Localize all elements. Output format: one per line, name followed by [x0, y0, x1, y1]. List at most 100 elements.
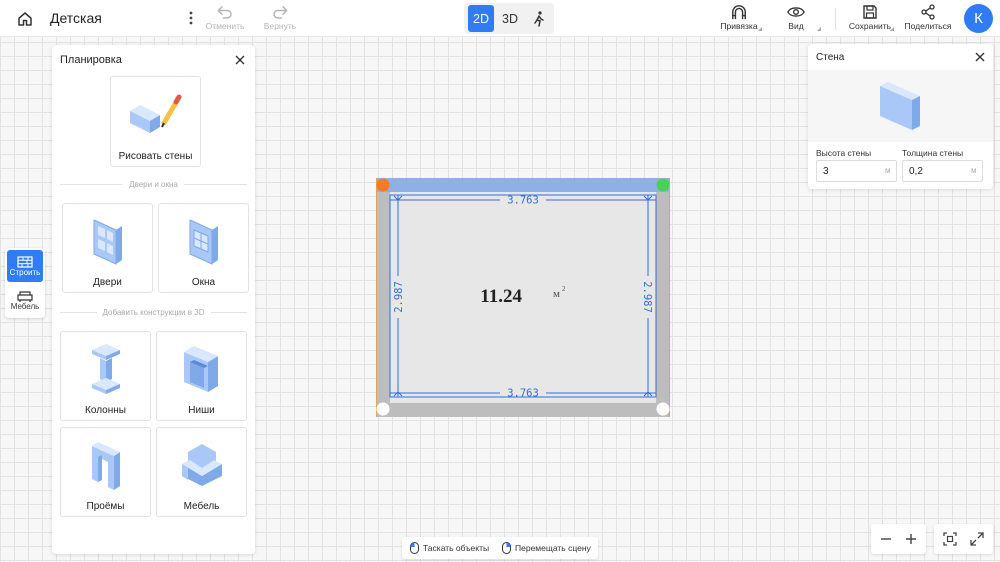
wall-start-node[interactable] [376, 178, 390, 192]
furniture-label: Мебель [183, 501, 220, 512]
redo-icon [273, 6, 288, 19]
niches-card[interactable]: Ниши [156, 331, 247, 421]
opening-icon [91, 442, 120, 490]
more-vertical-icon [189, 11, 193, 25]
walk-mode-button[interactable] [526, 5, 552, 32]
wall-height-label: Высота стены [816, 148, 872, 158]
redo-label: Вернуть [263, 21, 297, 31]
snap-dropdown-indicator [758, 27, 762, 31]
windows-label: Окна [191, 277, 216, 288]
save-label: Сохранить [848, 21, 892, 31]
wall-panel-close-button[interactable] [973, 50, 987, 64]
undo-icon [217, 6, 232, 19]
share-button[interactable]: Поделиться [904, 4, 952, 31]
planning-panel-title: Планировка [60, 54, 122, 66]
openings-card[interactable]: Проёмы [60, 427, 151, 517]
walking-person-icon [534, 10, 544, 27]
wall-preview [808, 70, 993, 142]
fit-to-screen-button[interactable] [941, 530, 959, 548]
snap-label: Привязка [720, 21, 758, 31]
view-options-button[interactable]: Вид [784, 4, 808, 31]
draw-walls-card[interactable]: Рисовать стены [110, 76, 201, 167]
area-unit: м [553, 288, 560, 300]
door-icon [93, 219, 122, 265]
constructions-section-label: Добавить конструкции в 3D [60, 308, 247, 317]
view-mode-toggle: 2D 3D [464, 3, 554, 34]
view-dropdown-indicator [817, 27, 821, 31]
home-icon [18, 12, 32, 26]
magnet-icon [732, 5, 746, 20]
mouse-right-click-icon [502, 542, 511, 554]
zoom-out-button[interactable] [877, 530, 895, 548]
project-title[interactable]: Детская [50, 10, 102, 26]
wall-end-node[interactable] [656, 178, 670, 192]
bottom-dimension-label: 3.763 [507, 388, 539, 400]
zoom-in-button[interactable] [902, 530, 920, 548]
build-mode-label: Строить [9, 267, 41, 277]
save-button[interactable]: Сохранить [848, 4, 892, 31]
mouse-left-click-icon [410, 542, 419, 554]
more-menu-button[interactable] [184, 8, 198, 28]
eye-icon [787, 7, 805, 17]
draw-walls-label: Рисовать стены [118, 151, 193, 162]
wall-3d-icon [880, 82, 920, 130]
mouse-hints-bar: Таскать объекты Перемещать сцену [402, 537, 598, 559]
corner-node[interactable] [376, 402, 390, 416]
top-toolbar: Детская Отменить Вернуть 2D 3D Привязка … [0, 0, 1000, 37]
furniture-mode-button[interactable]: Мебель [7, 284, 43, 316]
planning-panel-close-button[interactable] [233, 53, 247, 67]
planning-panel: Планировка Рисовать стены Двери и окна Д… [52, 45, 255, 554]
move-scene-label: Перемещать сцену [515, 543, 591, 553]
doors-label: Двери [93, 277, 122, 288]
undo-button[interactable]: Отменить [205, 4, 245, 31]
wall-height-unit: м [885, 166, 891, 175]
columns-card[interactable]: Колонны [60, 331, 151, 421]
wall-thickness-label: Толщина стены [902, 148, 964, 158]
view-2d-button[interactable]: 2D [468, 5, 494, 32]
column-icon [91, 344, 120, 394]
build-mode-button[interactable]: Строить [7, 250, 43, 282]
wall-panel-title: Стена [816, 52, 845, 63]
selected-wall[interactable] [376, 178, 670, 192]
drag-objects-hint: Таскать объекты [410, 542, 489, 554]
view-fit-controls [934, 524, 993, 554]
draw-walls-icon [129, 94, 181, 133]
minus-icon [881, 538, 891, 540]
columns-label: Колонны [85, 405, 126, 416]
share-icon [921, 4, 935, 20]
move-scene-hint: Перемещать сцену [502, 542, 591, 554]
zoom-controls [871, 524, 926, 554]
room-floor[interactable] [390, 192, 656, 403]
room-plan[interactable]: 3.763 3.763 2.987 2.987 11.24 м 2 [376, 178, 670, 417]
close-icon [975, 52, 985, 62]
area-unit-superscript: 2 [562, 285, 566, 293]
windows-card[interactable]: Окна [158, 203, 249, 293]
wall-properties-panel: Стена Высота стены Толщина стены м м [808, 44, 993, 189]
armchair-icon [181, 444, 222, 486]
plus-icon [906, 534, 916, 544]
corner-node[interactable] [656, 402, 670, 416]
mode-rail: Строить Мебель [5, 248, 45, 318]
openings-label: Проёмы [86, 501, 125, 512]
redo-button[interactable]: Вернуть [262, 4, 298, 31]
toolbar-divider [835, 8, 836, 30]
home-button[interactable] [14, 8, 36, 30]
doors-windows-section-label: Двери и окна [60, 180, 247, 189]
window-icon [189, 219, 218, 265]
share-label: Поделиться [904, 21, 952, 31]
niche-icon [183, 346, 218, 392]
fullscreen-button[interactable] [968, 530, 986, 548]
close-icon [235, 55, 245, 65]
niches-label: Ниши [188, 405, 215, 416]
brick-wall-icon [17, 255, 33, 268]
drag-objects-label: Таскать объекты [423, 543, 490, 553]
expand-icon [970, 532, 984, 546]
furniture-card[interactable]: Мебель [156, 427, 247, 517]
snap-button[interactable]: Привязка [718, 4, 760, 31]
sofa-icon [17, 290, 33, 302]
view-3d-button[interactable]: 3D [497, 5, 523, 32]
view-label: Вид [788, 21, 804, 31]
user-avatar[interactable]: К [964, 4, 993, 33]
top-dimension-label: 3.763 [507, 195, 539, 207]
doors-card[interactable]: Двери [62, 203, 153, 293]
